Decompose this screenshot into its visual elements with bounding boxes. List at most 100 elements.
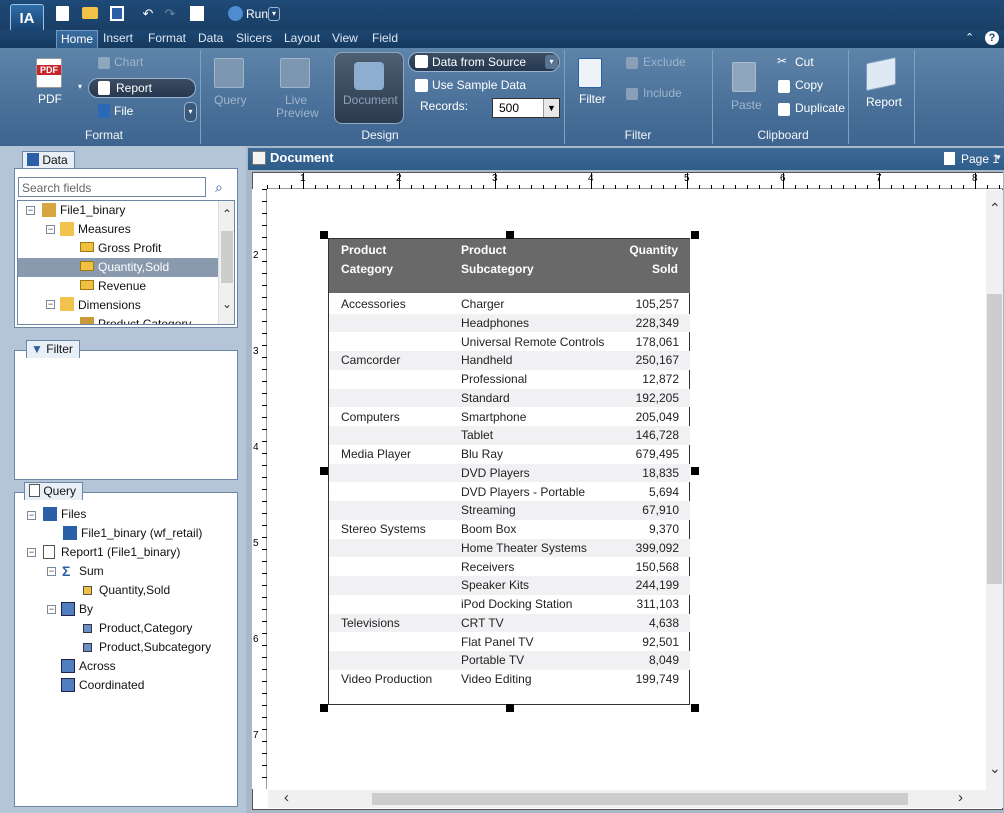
paste-button[interactable]: Paste xyxy=(731,98,762,112)
table-row[interactable]: Tablet 146,728 xyxy=(329,426,690,445)
table-row[interactable]: Televisions CRT TV 4,638 xyxy=(329,613,690,633)
data-tree-scrollbar[interactable]: ⌃ ⌄ xyxy=(218,201,234,324)
tree-dimensions[interactable]: Dimensions xyxy=(78,296,141,315)
collapse-icon[interactable]: − xyxy=(27,548,36,557)
query-product-subcategory[interactable]: Product,Subcategory xyxy=(99,638,211,657)
tree-file1-binary[interactable]: File1_binary xyxy=(60,201,125,220)
copy-button[interactable]: Copy xyxy=(795,78,823,92)
scroll-up-icon[interactable]: ⌃ xyxy=(222,207,232,221)
scroll-down-icon[interactable]: ⌄ xyxy=(222,297,232,311)
search-fields-input[interactable]: Search fields xyxy=(18,177,206,197)
collapse-icon[interactable]: − xyxy=(46,225,55,234)
table-row[interactable]: Video Production Video Editing 199,749 xyxy=(329,670,690,689)
scroll-thumb[interactable] xyxy=(221,231,233,283)
tab-format[interactable]: Format xyxy=(144,30,190,48)
table-row[interactable]: Speaker Kits 244,199 xyxy=(329,576,690,595)
include-button[interactable]: Include xyxy=(643,86,682,100)
collapse-icon[interactable]: − xyxy=(27,511,36,520)
tree-revenue[interactable]: Revenue xyxy=(98,277,146,296)
tree-quantity-sold[interactable]: Quantity,Sold xyxy=(98,258,169,277)
table-row[interactable]: Camcorder Handheld 250,167 xyxy=(329,351,690,370)
run-button[interactable]: Run xyxy=(246,7,268,21)
table-row[interactable]: Professional 12,872 xyxy=(329,370,690,389)
scroll-up-icon[interactable]: ⌃ xyxy=(989,200,1001,217)
page-dropdown-icon[interactable]: ▾ xyxy=(996,152,1001,163)
table-row[interactable]: Standard 192,205 xyxy=(329,388,690,408)
table-row[interactable]: Accessories Charger 105,257 xyxy=(329,295,690,314)
tab-home[interactable]: Home xyxy=(56,30,99,48)
collapse-icon[interactable]: − xyxy=(46,300,55,309)
help-icon[interactable]: ? xyxy=(985,31,999,45)
resize-handle[interactable] xyxy=(691,467,699,475)
resize-handle[interactable] xyxy=(320,704,328,712)
collapse-icon[interactable]: − xyxy=(47,605,56,614)
redo-icon[interactable]: ↷ xyxy=(162,6,178,22)
table-row[interactable]: Streaming 67,910 xyxy=(329,501,690,520)
tree-measures[interactable]: Measures xyxy=(78,220,131,239)
query-coordinated[interactable]: Coordinated xyxy=(79,676,144,695)
resize-handle[interactable] xyxy=(691,704,699,712)
exclude-button[interactable]: Exclude xyxy=(643,55,686,69)
query-by[interactable]: By xyxy=(79,600,93,619)
search-icon[interactable]: ⌕ xyxy=(215,179,223,196)
query-across[interactable]: Across xyxy=(79,657,116,676)
query-files[interactable]: Files xyxy=(61,505,86,524)
report-table[interactable]: Product Category Product Subcategory Qua… xyxy=(328,238,690,705)
query-file1[interactable]: File1_binary (wf_retail) xyxy=(81,524,202,543)
page-selector[interactable]: Page 1 xyxy=(961,152,999,166)
query-button[interactable]: Query xyxy=(214,93,247,107)
table-row[interactable]: Receivers 150,568 xyxy=(329,558,690,577)
tree-product-category[interactable]: Product,Category xyxy=(98,315,191,324)
records-dropdown-icon[interactable]: ▼ xyxy=(543,99,559,117)
table-row[interactable]: Computers Smartphone 205,049 xyxy=(329,408,690,427)
save-icon[interactable] xyxy=(110,6,124,21)
tab-slicers[interactable]: Slicers xyxy=(232,30,276,48)
resize-handle[interactable] xyxy=(320,231,328,239)
resize-handle[interactable] xyxy=(691,231,699,239)
tab-insert[interactable]: Insert xyxy=(99,30,137,48)
resize-handle[interactable] xyxy=(320,467,328,475)
scroll-thumb[interactable] xyxy=(372,793,908,805)
tab-data[interactable]: Data xyxy=(194,30,227,48)
new-document-icon[interactable] xyxy=(56,6,69,21)
file-button[interactable]: File xyxy=(114,104,133,118)
scroll-down-icon[interactable]: ⌄ xyxy=(989,760,1001,777)
table-row[interactable]: DVD Players - Portable 5,694 xyxy=(329,483,690,502)
table-row[interactable]: iPod Docking Station 311,103 xyxy=(329,595,690,614)
run-dropdown-icon[interactable]: ▾ xyxy=(268,7,280,21)
chart-button[interactable]: Chart xyxy=(114,55,143,69)
tab-layout[interactable]: Layout xyxy=(280,30,324,48)
scroll-right-icon[interactable]: › xyxy=(958,789,963,806)
scroll-left-icon[interactable]: ‹ xyxy=(284,789,289,806)
query-sum[interactable]: Sum xyxy=(79,562,104,581)
query-quantity-sold[interactable]: Quantity,Sold xyxy=(99,581,170,600)
collapse-ribbon-icon[interactable]: ⌃ xyxy=(965,31,974,44)
tab-view[interactable]: View xyxy=(328,30,362,48)
vertical-scrollbar[interactable]: ⌃ ⌄ xyxy=(986,190,1003,790)
table-row[interactable]: Universal Remote Controls 178,061 xyxy=(329,333,690,352)
pdf-button[interactable]: PDF xyxy=(38,92,62,106)
tab-field[interactable]: Field xyxy=(368,30,402,48)
query-report1[interactable]: Report1 (File1_binary) xyxy=(61,543,180,562)
report-ribbon-button[interactable]: Report xyxy=(866,95,902,109)
resize-handle[interactable] xyxy=(506,704,514,712)
collapse-icon[interactable]: − xyxy=(26,206,35,215)
format-dropdown-icon[interactable]: ▾ xyxy=(184,102,197,122)
open-folder-icon[interactable] xyxy=(82,7,98,19)
table-row[interactable]: Portable TV 8,049 xyxy=(329,651,690,670)
table-row[interactable]: Headphones 228,349 xyxy=(329,313,690,333)
horizontal-scrollbar[interactable]: ‹ › xyxy=(268,789,1003,808)
table-row[interactable]: Stereo Systems Boom Box 9,370 xyxy=(329,520,690,539)
table-row[interactable]: Home Theater Systems 399,092 xyxy=(329,538,690,558)
tree-gross-profit[interactable]: Gross Profit xyxy=(98,239,161,258)
table-row[interactable]: DVD Players 18,835 xyxy=(329,463,690,483)
resize-handle[interactable] xyxy=(506,231,514,239)
print-preview-icon[interactable] xyxy=(190,6,204,21)
records-select[interactable]: 500 ▼ xyxy=(492,98,560,118)
live-preview-button[interactable]: Live xyxy=(285,93,307,107)
run-icon[interactable] xyxy=(228,6,243,21)
table-row[interactable]: Flat Panel TV 92,501 xyxy=(329,633,690,652)
filter-button[interactable]: Filter xyxy=(579,92,606,106)
data-source-dropdown-icon[interactable]: ▾ xyxy=(545,55,558,69)
scroll-thumb[interactable] xyxy=(987,294,1002,584)
